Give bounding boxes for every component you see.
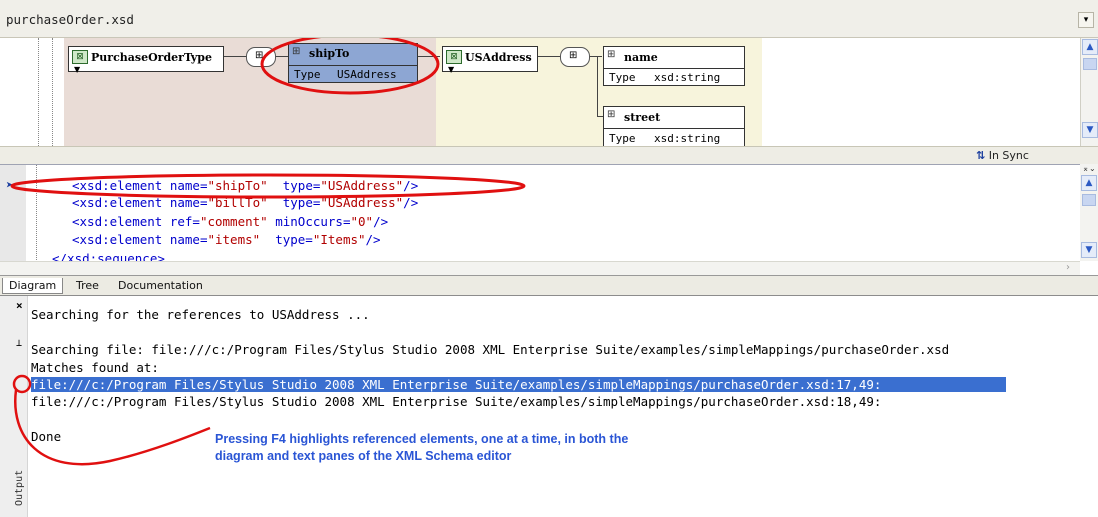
annotation-callout-arrow [12, 374, 211, 466]
diagram-vertical-scrollbar[interactable]: ▲ ▼ [1080, 38, 1098, 146]
element-icon: ⊞ [607, 109, 616, 120]
highlight-ellipse [260, 38, 440, 95]
type-label: Type [609, 71, 636, 84]
output-line[interactable]: Searching for the references to USAddres… [31, 307, 370, 322]
sequence-icon: ⊞ [569, 50, 578, 61]
sync-label: In Sync [988, 149, 1029, 162]
tab-documentation[interactable]: Documentation [112, 278, 209, 293]
text-horizontal-scrollbar[interactable]: › [0, 261, 1080, 275]
highlight-ellipse [10, 173, 526, 199]
sync-status-bar: ⇅ In Sync [0, 146, 1098, 164]
node-label: name [624, 51, 658, 64]
scroll-thumb[interactable] [1082, 194, 1096, 206]
sync-arrows-icon: ⇅ [976, 149, 986, 162]
scroll-down-icon[interactable]: ▼ [1082, 122, 1098, 138]
tab-tree[interactable]: Tree [70, 278, 105, 293]
usaddress-node[interactable]: ⊠ USAddress ▼ [442, 46, 538, 74]
name-element-node[interactable]: ⊞ name Type xsd:string [603, 46, 745, 86]
pin-icon[interactable]: ⊥ [16, 338, 22, 349]
schema-diagram-pane[interactable]: ⊠ PurchaseOrderType ▼ ⊞ ⊞ shipTo Type US… [0, 38, 1080, 146]
node-label: PurchaseOrderType [91, 51, 212, 64]
type-label: Type [609, 132, 636, 145]
scroll-thumb[interactable] [1083, 58, 1097, 70]
node-label: USAddress [465, 51, 532, 64]
annotation-text-line-1: Pressing F4 highlights referenced elemen… [215, 432, 629, 446]
annotation-text-line-2: diagram and text panes of the XML Schema… [215, 449, 512, 463]
connector-line [224, 56, 246, 57]
scroll-down-icon[interactable]: ▼ [1081, 242, 1097, 258]
output-pane[interactable]: × ⊥ Output Searching for the references … [0, 295, 1098, 517]
close-icon[interactable]: × [16, 299, 23, 312]
editor-title-bar: purchaseOrder.xsd ▾ [0, 0, 1098, 38]
code-line[interactable]: </xsd:sequence> [52, 251, 165, 261]
code-line[interactable]: <xsd:element name="items" type="Items"/> [72, 232, 381, 247]
code-line[interactable]: <xsd:element ref="comment" minOccurs="0"… [72, 214, 388, 229]
expand-arrow-icon[interactable]: ▼ [74, 65, 80, 74]
editor-view-tabs: Diagram Tree Documentation [0, 275, 1098, 295]
scroll-right-icon[interactable]: › [1066, 262, 1070, 273]
tree-guide-line [38, 38, 39, 146]
connector-line [590, 56, 602, 57]
connector-line [538, 56, 560, 57]
type-value: xsd:string [654, 71, 721, 84]
type-value: xsd:string [654, 132, 721, 145]
sync-indicator[interactable]: ⇅ In Sync [976, 149, 1029, 162]
chevron-down-icon[interactable]: ▾ [1078, 12, 1094, 28]
street-element-node[interactable]: ⊞ street Type xsd:string [603, 106, 745, 146]
complex-type-icon: ⊠ [72, 50, 88, 64]
xml-text-pane[interactable]: ➤ <xsd:element name="shipTo" type="USAdd… [0, 164, 1080, 261]
purchaseordertype-node[interactable]: ⊠ PurchaseOrderType ▼ [68, 46, 224, 74]
divider [604, 128, 744, 129]
file-tab-title[interactable]: purchaseOrder.xsd [6, 12, 134, 27]
sequence-compositor[interactable]: ⊞ [560, 47, 590, 67]
output-line[interactable]: Searching file: file:///c:/Program Files… [31, 342, 949, 357]
scroll-up-icon[interactable]: ▲ [1082, 39, 1098, 55]
element-icon: ⊞ [607, 49, 616, 60]
text-vertical-scrollbar[interactable]: ⌅⌄ ▲ ▼ [1080, 164, 1098, 261]
complex-type-icon: ⊠ [446, 50, 462, 64]
connector-line [597, 56, 598, 116]
divider [604, 68, 744, 69]
scroll-up-icon[interactable]: ▲ [1081, 175, 1097, 191]
tab-diagram[interactable]: Diagram [2, 278, 64, 294]
node-label: street [624, 111, 661, 124]
expand-arrow-icon[interactable]: ▼ [448, 65, 454, 74]
split-handle-icon[interactable]: ⌅⌄ [1082, 164, 1096, 173]
tree-guide-line [52, 38, 53, 146]
